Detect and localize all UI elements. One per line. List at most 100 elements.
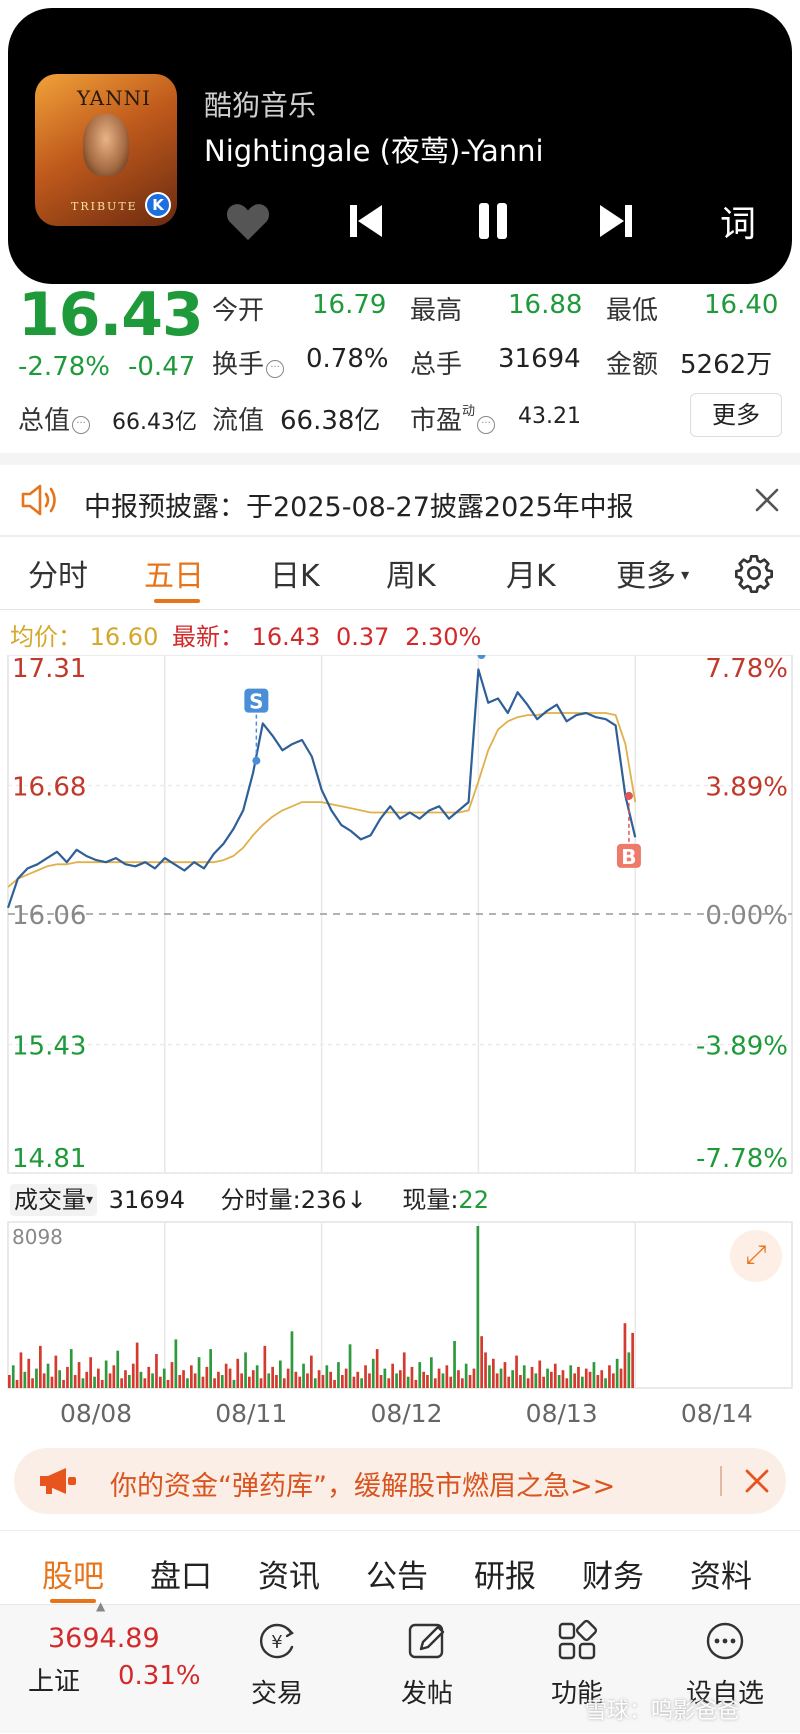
volume-bar [437, 1368, 441, 1388]
grid-functions-icon [558, 1619, 598, 1660]
volume-bar [364, 1365, 367, 1388]
volume-bar [337, 1362, 340, 1388]
volume-bar [104, 1360, 108, 1388]
x-date-label: 08/11 [215, 1399, 287, 1428]
volume-max-label: 8098 [12, 1225, 63, 1249]
volume-bar [251, 1370, 255, 1388]
promo-banner[interactable]: 你的资金“弹药库”，缓解股市燃眉之急>> [14, 1448, 786, 1514]
dropdown-arrow-icon: ▾ [676, 565, 690, 584]
settings-gear-icon[interactable] [734, 553, 774, 593]
volume-bar [569, 1365, 573, 1388]
tab-announcements[interactable]: 公告 [366, 1551, 428, 1596]
latest-change: 0.37 [336, 623, 390, 651]
change-amount: -0.47 [128, 352, 196, 382]
report-notice-bar[interactable]: 中报预披露：于2025-08-27披露2025年中报 [0, 465, 800, 535]
tab-five-day[interactable]: 五日 [144, 551, 204, 595]
x-date-label: 08/08 [60, 1399, 132, 1428]
index-ticker[interactable]: ▲ 3694.89 上证 0.31% [0, 1599, 201, 1734]
next-track-button[interactable] [586, 194, 646, 248]
tab-forum[interactable]: 股吧 [42, 1551, 104, 1596]
volume-bar [348, 1344, 352, 1388]
volume-bar [414, 1379, 418, 1388]
nav-post[interactable]: 发帖 [372, 1619, 482, 1710]
pause-button[interactable] [463, 194, 523, 248]
volume-bar [193, 1373, 197, 1388]
volume-bar [190, 1365, 193, 1388]
latest-percent: 2.30% [405, 623, 482, 651]
more-quote-button[interactable]: 更多 [690, 393, 782, 437]
volume-bar [139, 1371, 143, 1388]
info-icon[interactable]: ··· [266, 360, 285, 378]
volume-bar [333, 1379, 336, 1388]
volume-bar [46, 1363, 50, 1388]
tab-news[interactable]: 资讯 [258, 1551, 320, 1596]
volume-bar [155, 1354, 158, 1388]
volume-bar [31, 1378, 34, 1388]
volume-bar [124, 1370, 127, 1388]
tab-more[interactable]: 更多 ▾ [616, 551, 689, 595]
tab-research[interactable]: 研报 [474, 1551, 536, 1596]
volume-bar [592, 1362, 596, 1388]
volume-bar [387, 1378, 391, 1388]
like-button[interactable] [218, 194, 278, 248]
nav-trade[interactable]: ¥ 交易 [222, 1619, 332, 1710]
volume-bar [329, 1371, 332, 1388]
expand-icon: ⤢ [745, 1240, 767, 1270]
volume-bar [519, 1375, 522, 1388]
album-cover[interactable]: YANNI TRIBUTE K [35, 74, 177, 226]
current-price: 16.43 [18, 280, 204, 350]
volume-bar [461, 1378, 464, 1388]
volume-bar [476, 1226, 480, 1388]
volume-bar [294, 1371, 298, 1388]
nav-trade-label: 交易 [250, 1679, 303, 1709]
volume-bar [406, 1376, 410, 1388]
volume-bar [248, 1376, 251, 1388]
tab-financials[interactable]: 财务 [582, 1551, 644, 1596]
active-tab-indicator [154, 599, 200, 603]
volume-info-line: 成交量▾ 31694 分时量:236↓ 现量:22 [10, 1180, 489, 1216]
volume-bar [267, 1373, 271, 1388]
volume-bar [588, 1371, 592, 1388]
heart-icon [226, 204, 270, 241]
tab-order-book[interactable]: 盘口 [150, 1551, 212, 1596]
volume-bar [422, 1371, 425, 1388]
volume-bar [279, 1360, 282, 1388]
music-player-island[interactable]: YANNI TRIBUTE K 酷狗音乐 Nightingale (夜莺)-Ya… [8, 8, 792, 284]
volume-bar [410, 1366, 414, 1388]
close-icon[interactable] [744, 1468, 770, 1494]
tab-weekly-k[interactable]: 周K [386, 551, 436, 595]
volume-bar [538, 1360, 542, 1388]
tab-monthly-k[interactable]: 月K [506, 551, 556, 595]
volume-bar [147, 1366, 151, 1388]
volume-bar [573, 1373, 576, 1388]
avg-label: 均价： [10, 623, 82, 651]
volume-selector[interactable]: 成交量▾ [10, 1184, 98, 1216]
volume-bar [457, 1370, 460, 1388]
volume-bar [395, 1373, 398, 1388]
price-chart[interactable]: 17.31 7.78% 16.68 3.89% 16.06 0.00% 15.43 -3.89… [0, 655, 800, 1175]
info-icon[interactable]: ··· [477, 416, 496, 434]
up-caret-icon: ▲ [96, 1599, 106, 1613]
expand-chart-button[interactable]: ⤢ [730, 1230, 782, 1282]
info-icon[interactable]: ··· [72, 416, 91, 434]
volume-bar [69, 1349, 73, 1388]
volume-bar [542, 1376, 545, 1388]
volume-chart[interactable]: 8098 08/08 08/11 08/12 08/13 08/14 [0, 1218, 800, 1443]
volume-bar [23, 1371, 27, 1388]
volume-bar [557, 1375, 561, 1388]
volume-bar [352, 1376, 356, 1388]
lyrics-button[interactable]: 词 [708, 194, 768, 248]
volume-bar [615, 1358, 619, 1388]
tab-intraday[interactable]: 分时 [28, 551, 88, 595]
volume-bar [89, 1357, 92, 1388]
volume-bar [530, 1366, 534, 1388]
volume-bar [631, 1332, 634, 1388]
tabs-divider [0, 609, 800, 610]
volume-bar [561, 1370, 565, 1388]
index-value: 3694.89 [48, 1623, 160, 1654]
previous-track-button[interactable] [336, 194, 396, 248]
volume-bar [275, 1375, 278, 1388]
tab-daily-k[interactable]: 日K [270, 551, 320, 595]
tab-profile[interactable]: 资料 [690, 1551, 752, 1596]
close-icon[interactable] [754, 487, 780, 513]
